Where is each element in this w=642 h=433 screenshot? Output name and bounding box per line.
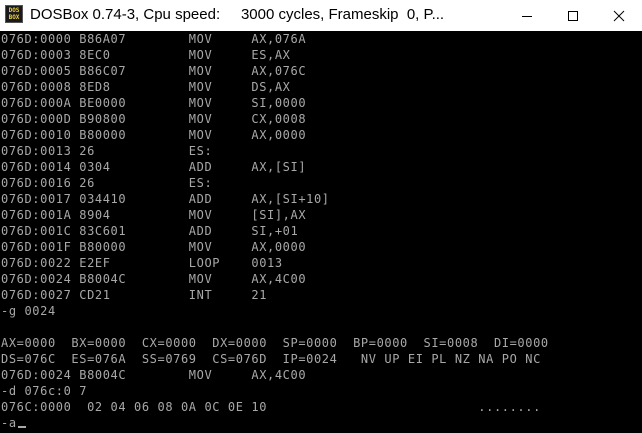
console-line: -g 0024	[1, 304, 56, 318]
window-title: DOSBox 0.74-3, Cpu speed: 3000 cycles, F…	[30, 6, 445, 23]
console-line: 076D:0003 8EC0 MOV ES,AX	[1, 48, 291, 62]
dosbox-window: DOS BOX DOSBox 0.74-3, Cpu speed: 3000 c…	[0, 0, 642, 433]
console-line: 076D:0024 B8004C MOV AX,4C00	[1, 272, 307, 286]
icon-text-top: DOS	[8, 7, 20, 14]
icon-text-bottom: BOX	[8, 14, 20, 21]
console-line: 076D:0014 0304 ADD AX,[SI]	[1, 160, 307, 174]
minimize-icon	[522, 15, 532, 17]
console-line: 076D:001A 8904 MOV [SI],AX	[1, 208, 307, 222]
console-line: 076C:0000 02 04 06 08 0A 0C 0E 10 ......…	[1, 400, 541, 414]
maximize-button[interactable]	[550, 0, 596, 31]
console-line: 076D:0005 B86C07 MOV AX,076C	[1, 64, 307, 78]
title-bar[interactable]: DOS BOX DOSBox 0.74-3, Cpu speed: 3000 c…	[0, 0, 642, 31]
console-line: 076D:0016 26 ES:	[1, 176, 213, 190]
minimize-button[interactable]	[504, 0, 550, 31]
console-line: 076D:0010 B80000 MOV AX,0000	[1, 128, 307, 142]
console-line: 076D:0027 CD21 INT 21	[1, 288, 268, 302]
console-line: 076D:0022 E2EF LOOP 0013	[1, 256, 283, 270]
command-prompt-text: -a	[1, 416, 17, 430]
console-line: 076D:0017 034410 ADD AX,[SI+10]	[1, 192, 330, 206]
console-line: 076D:0008 8ED8 MOV DS,AX	[1, 80, 291, 94]
close-button[interactable]	[596, 0, 642, 31]
close-icon	[613, 10, 625, 21]
debug-console[interactable]: 076D:0000 B86A07 MOV AX,076A 076D:0003 8…	[0, 31, 642, 433]
text-cursor	[17, 426, 26, 428]
dosbox-icon[interactable]: DOS BOX	[5, 5, 23, 23]
console-line: 076D:001C 83C601 ADD SI,+01	[1, 224, 299, 238]
console-line: 076D:001F B80000 MOV AX,0000	[1, 240, 307, 254]
console-line: 076D:000A BE0000 MOV SI,0000	[1, 96, 307, 110]
command-prompt-line[interactable]: -a	[1, 415, 642, 431]
console-line: 076D:000D B90800 MOV CX,0008	[1, 112, 307, 126]
console-line: 076D:0013 26 ES:	[1, 144, 213, 158]
console-line: 076D:0024 B8004C MOV AX,4C00	[1, 368, 307, 382]
console-line: AX=0000 BX=0000 CX=0000 DX=0000 SP=0000 …	[1, 336, 549, 350]
console-line: 076D:0000 B86A07 MOV AX,076A	[1, 32, 307, 46]
maximize-icon	[568, 10, 578, 21]
console-line: DS=076C ES=076A SS=0769 CS=076D IP=0024 …	[1, 352, 541, 366]
console-line: -d 076c:0 7	[1, 384, 88, 398]
